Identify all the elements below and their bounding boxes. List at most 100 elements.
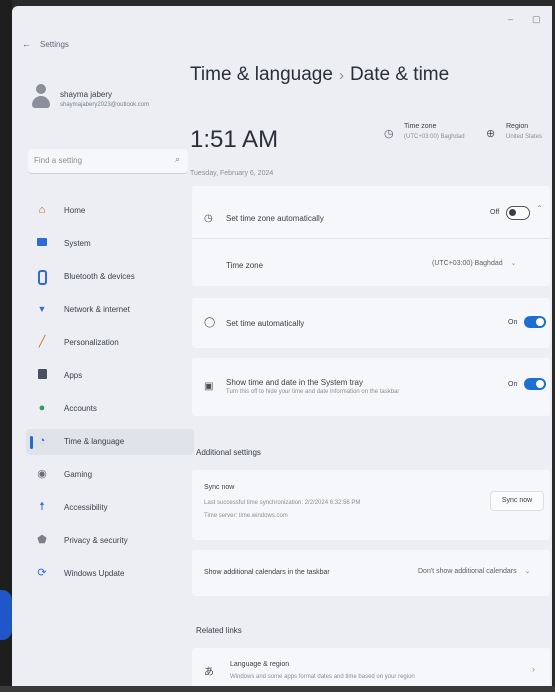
backdrop-bottom [0,686,555,692]
update-icon: ⟳ [37,567,47,579]
search-placeholder: Find a setting [34,156,83,165]
time-zone-label: Time zone [226,261,264,270]
sidebar-item-label: Gaming [64,470,93,479]
chevron-down-icon: ⌄ [524,568,531,575]
backdrop-left [0,0,12,692]
bluetooth-icon [36,270,48,285]
sidebar-item-label: Home [64,206,86,215]
sidebar-item-label: System [64,239,91,248]
search-icon: ⌕ [174,154,180,164]
back-arrow-icon[interactable]: ← [22,39,31,49]
maximize-button[interactable]: ▢ [532,14,541,25]
sidebar-item-system[interactable]: System [26,231,194,257]
apps-icon [36,369,48,381]
backdrop-blue-shape [0,590,12,640]
sidebar-item-label: Apps [64,371,83,380]
sidebar-item-label: Accounts [64,404,97,413]
tray-toggle[interactable] [524,378,546,390]
auto-time-toggle[interactable] [524,316,546,328]
current-date: Tuesday, February 6, 2024 [190,170,274,177]
sidebar-item-accessibility[interactable]: ☨ Accessibility [26,495,194,521]
user-email: shaymajabery2023@outlook.com [60,102,150,108]
sync-last-time: Last successful time synchronization: 2/… [204,500,361,506]
globe-clock-icon: ◔ [38,435,46,447]
region-title: Region [506,123,529,130]
additional-calendars-row: Show additional calendars in the taskbar… [192,550,550,596]
sidebar-item-label: Personalization [64,338,119,347]
sidebar-item-label: Time & language [64,437,125,446]
breadcrumb-separator: › [338,67,344,84]
time-zone-dropdown[interactable]: (UTC+03:00) Baghdad ⌄ [432,259,517,267]
shield-icon: ⬟ [37,534,47,546]
timezone-card: ◷ Set time zone automatically Off ⌃ Time… [192,186,550,286]
sidebar-item-accounts[interactable]: ● Accounts [26,396,194,422]
breadcrumb: Time & language › Date & time [190,64,449,86]
collapse-chevron-icon[interactable]: ⌃ [536,204,543,213]
clock-icon: ◯ [204,317,216,328]
system-tray-row: ▣ Show time and date in the System tray … [192,358,550,416]
accessibility-icon: ☨ [39,501,45,513]
time-zone-title: Time zone [404,123,437,130]
page-title: Date & time [349,64,450,85]
region-value: United States [506,134,543,140]
gaming-icon: ◉ [37,468,47,480]
sidebar-item-label: Bluetooth & devices [64,272,135,281]
brush-icon: ╱ [38,336,46,348]
additional-settings-heading: Additional settings [196,448,261,457]
chevron-right-icon: › [532,664,535,674]
sidebar-item-bluetooth[interactable]: Bluetooth & devices [26,264,194,290]
language-region-link[interactable]: あ Language & region Windows and some app… [192,648,550,690]
chevron-down-icon: ⌄ [510,260,517,267]
sync-now-card: Sync now Last successful time synchroniz… [192,470,550,540]
minimize-button[interactable]: – [508,14,513,24]
region-globe-icon: ⊕ [486,128,496,140]
sidebar-item-windows-update[interactable]: ⟳ Windows Update [26,561,194,587]
language-icon: あ [204,667,214,678]
sync-title: Sync now [204,484,235,491]
sidebar-item-gaming[interactable]: ◉ Gaming [26,462,194,488]
sidebar-item-time-language[interactable]: ◔ Time & language [26,429,194,455]
calendars-dropdown[interactable]: Don't show additional calendars ⌄ [418,567,531,575]
auto-timezone-toggle[interactable] [506,206,530,220]
sync-now-button[interactable]: Sync now [490,491,544,511]
accounts-icon: ● [38,402,46,414]
auto-time-state: On [508,319,518,326]
sidebar-item-label: Windows Update [64,569,125,578]
network-icon: ▼ [37,304,47,314]
active-indicator [30,436,33,449]
auto-timezone-state: Off [490,209,500,216]
search-input[interactable]: Find a setting ⌕ [28,149,188,174]
sidebar-item-label: Privacy & security [64,536,128,545]
tray-state: On [508,381,518,388]
language-region-description: Windows and some apps format dates and t… [230,674,415,680]
settings-window: – ▢ ← Settings shayma jabery shaymajaber… [12,6,552,690]
title-bar: – ▢ [12,6,552,38]
language-region-label: Language & region [230,661,290,668]
sidebar-item-privacy[interactable]: ⬟ Privacy & security [26,528,194,554]
time-zone-icon: ◷ [384,128,394,140]
home-icon: ⌂ [38,204,46,216]
tray-label: Show time and date in the System tray [226,378,363,387]
auto-time-label: Set time automatically [226,319,305,328]
breadcrumb-parent[interactable]: Time & language [190,64,333,85]
sidebar-item-home[interactable]: ⌂ Home [26,198,194,224]
sidebar-item-label: Accessibility [64,503,108,512]
sidebar-item-network[interactable]: ▼ Network & internet [26,297,194,323]
tray-description: Turn this off to hide your time and date… [226,389,400,395]
sync-server: Time server: time.windows.com [204,513,288,519]
taskbar-clock-icon: ▣ [204,381,214,392]
sidebar-item-personalization[interactable]: ╱ Personalization [26,330,194,356]
sidebar-item-apps[interactable]: Apps [26,363,194,389]
sidebar-item-label: Network & internet [64,305,130,314]
related-links-heading: Related links [196,626,242,635]
calendars-label: Show additional calendars in the taskbar [204,569,330,576]
avatar[interactable] [32,84,50,110]
timezone-auto-icon: ◷ [204,213,213,224]
auto-time-row: ◯ Set time automatically On [192,298,550,348]
calendars-dropdown-value: Don't show additional calendars [418,568,517,575]
system-icon [36,237,48,249]
time-zone-dropdown-value: (UTC+03:00) Baghdad [432,260,503,267]
user-name: shayma jabery [60,90,113,99]
time-zone-value: (UTC+03:00) Baghdad [404,134,465,140]
current-time: 1:51 AM [190,126,279,153]
